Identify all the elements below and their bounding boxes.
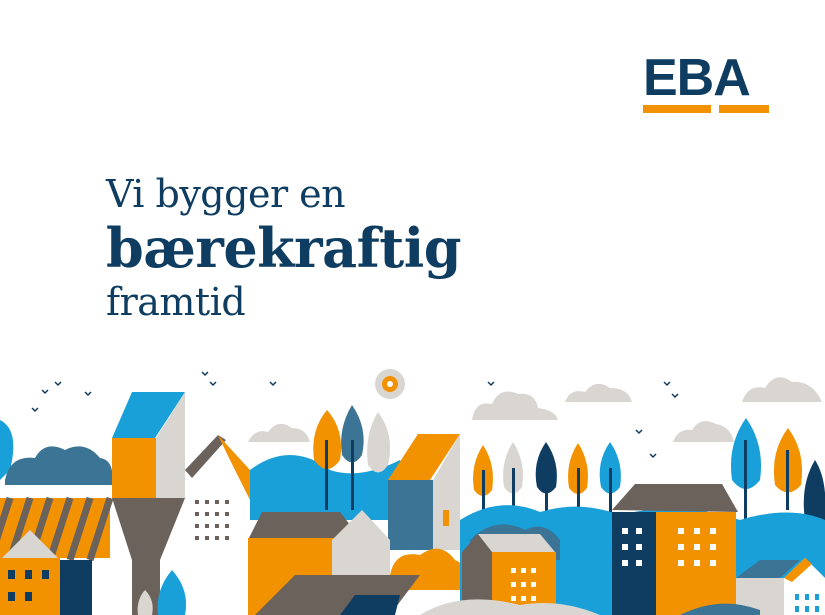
gabled-house	[185, 435, 250, 560]
house-right-large	[612, 484, 738, 615]
city-illustration	[0, 369, 825, 615]
headline: Vi bygger en bærekraftig framtid	[106, 170, 462, 326]
sun-icon	[375, 369, 405, 399]
headline-line-1: Vi bygger en	[106, 172, 346, 216]
house-middle-right	[388, 434, 460, 550]
logo-text: EBA	[643, 49, 751, 107]
bush-left	[5, 446, 113, 485]
logo-underline-right	[719, 105, 769, 113]
headline-line-3: framtid	[106, 280, 246, 324]
logo-underline-left	[643, 105, 711, 113]
headline-line-2: bærekraftig	[106, 216, 462, 280]
eba-logo: EBA	[643, 49, 769, 116]
